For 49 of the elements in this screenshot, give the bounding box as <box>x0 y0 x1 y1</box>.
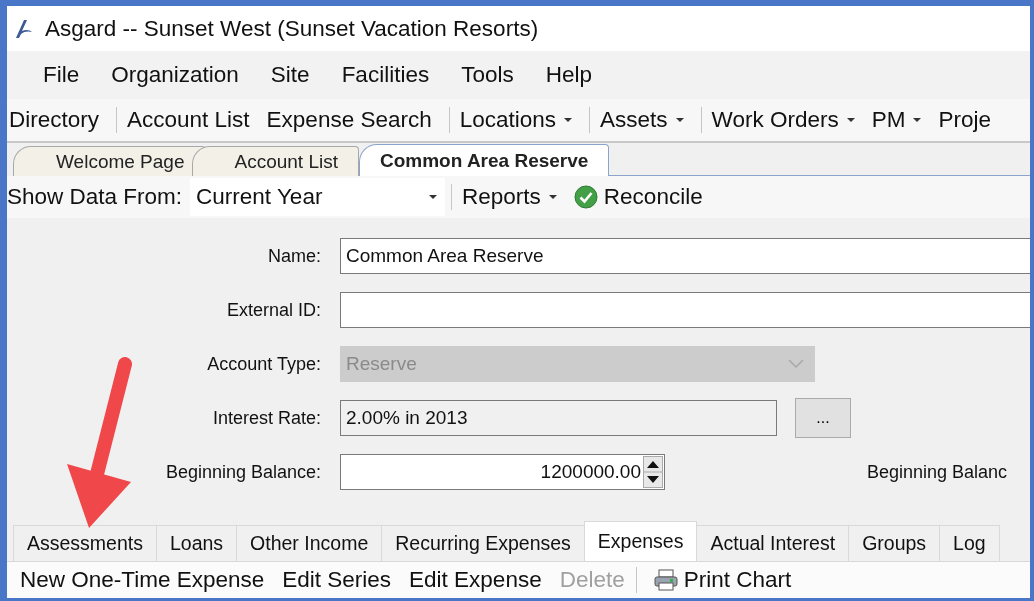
filter-label: Show Data From: <box>7 184 184 210</box>
field-label: External ID: <box>225 299 322 321</box>
toolbar-button[interactable]: Locations <box>457 107 578 133</box>
interest-rate-field: 2.00% in 2013 <box>340 400 777 436</box>
menu-item[interactable]: Facilities <box>325 62 446 88</box>
period-dropdown[interactable]: Current Year <box>190 178 446 216</box>
text-field[interactable] <box>340 292 1030 328</box>
document-tab[interactable]: Common Area Reserve <box>359 144 610 176</box>
menu-item[interactable]: File <box>27 62 96 88</box>
action-button[interactable]: New One-Time Expense <box>11 567 274 593</box>
spin-arrows-icon[interactable] <box>643 456 663 488</box>
field-label: Beginning Balance: <box>164 461 322 483</box>
toolbar-button[interactable]: Proje <box>936 107 996 133</box>
printer-icon <box>653 569 678 591</box>
caret-icon <box>675 118 684 122</box>
section-tab[interactable]: Log <box>939 525 1000 561</box>
field-label: Name: <box>267 245 322 267</box>
section-tab[interactable]: Assessments <box>13 525 157 561</box>
toolbar-button[interactable]: Directory <box>7 107 104 133</box>
window-title: Asgard -- Sunset West (Sunset Vacation Resorts) <box>45 15 539 42</box>
caret-icon <box>846 118 855 122</box>
toolbar-button[interactable]: Work Orders <box>709 107 860 133</box>
caret-icon <box>913 118 922 122</box>
menu-item[interactable]: Help <box>529 62 608 88</box>
reconcile-button[interactable]: Reconcile <box>571 184 708 210</box>
menu-item[interactable]: Site <box>254 62 326 88</box>
menu-item[interactable]: Tools <box>445 62 530 88</box>
action-button[interactable]: Edit Expense <box>400 567 551 593</box>
toolbar-button[interactable]: PM <box>869 107 927 133</box>
document-tab[interactable]: Account List <box>191 146 359 176</box>
field-label: Interest Rate: <box>211 407 322 429</box>
text-field[interactable]: Common Area Reserve <box>340 238 1030 274</box>
action-button[interactable]: Edit Series <box>273 567 401 593</box>
caret-icon <box>429 195 438 199</box>
caret-icon <box>564 118 573 122</box>
reports-button[interactable]: Reports <box>460 184 562 210</box>
browse-button[interactable]: ... <box>795 398 851 438</box>
check-icon <box>573 185 598 209</box>
balance-spinner[interactable]: 1200000.00 <box>340 454 665 490</box>
toolbar-button[interactable]: Expense Search <box>264 107 437 133</box>
section-tab[interactable]: Expenses <box>583 521 698 561</box>
print-chart-button[interactable]: Print Chart <box>644 567 801 593</box>
menu-item[interactable]: Organization <box>95 62 255 88</box>
field-label: Account Type: <box>206 353 322 375</box>
field-label: Beginning Balanc <box>867 461 1008 483</box>
toolbar-button[interactable]: Assets <box>598 107 689 133</box>
chevron-icon <box>788 359 804 369</box>
toolbar-button[interactable]: Account List <box>125 107 255 133</box>
caret-icon <box>548 195 557 199</box>
